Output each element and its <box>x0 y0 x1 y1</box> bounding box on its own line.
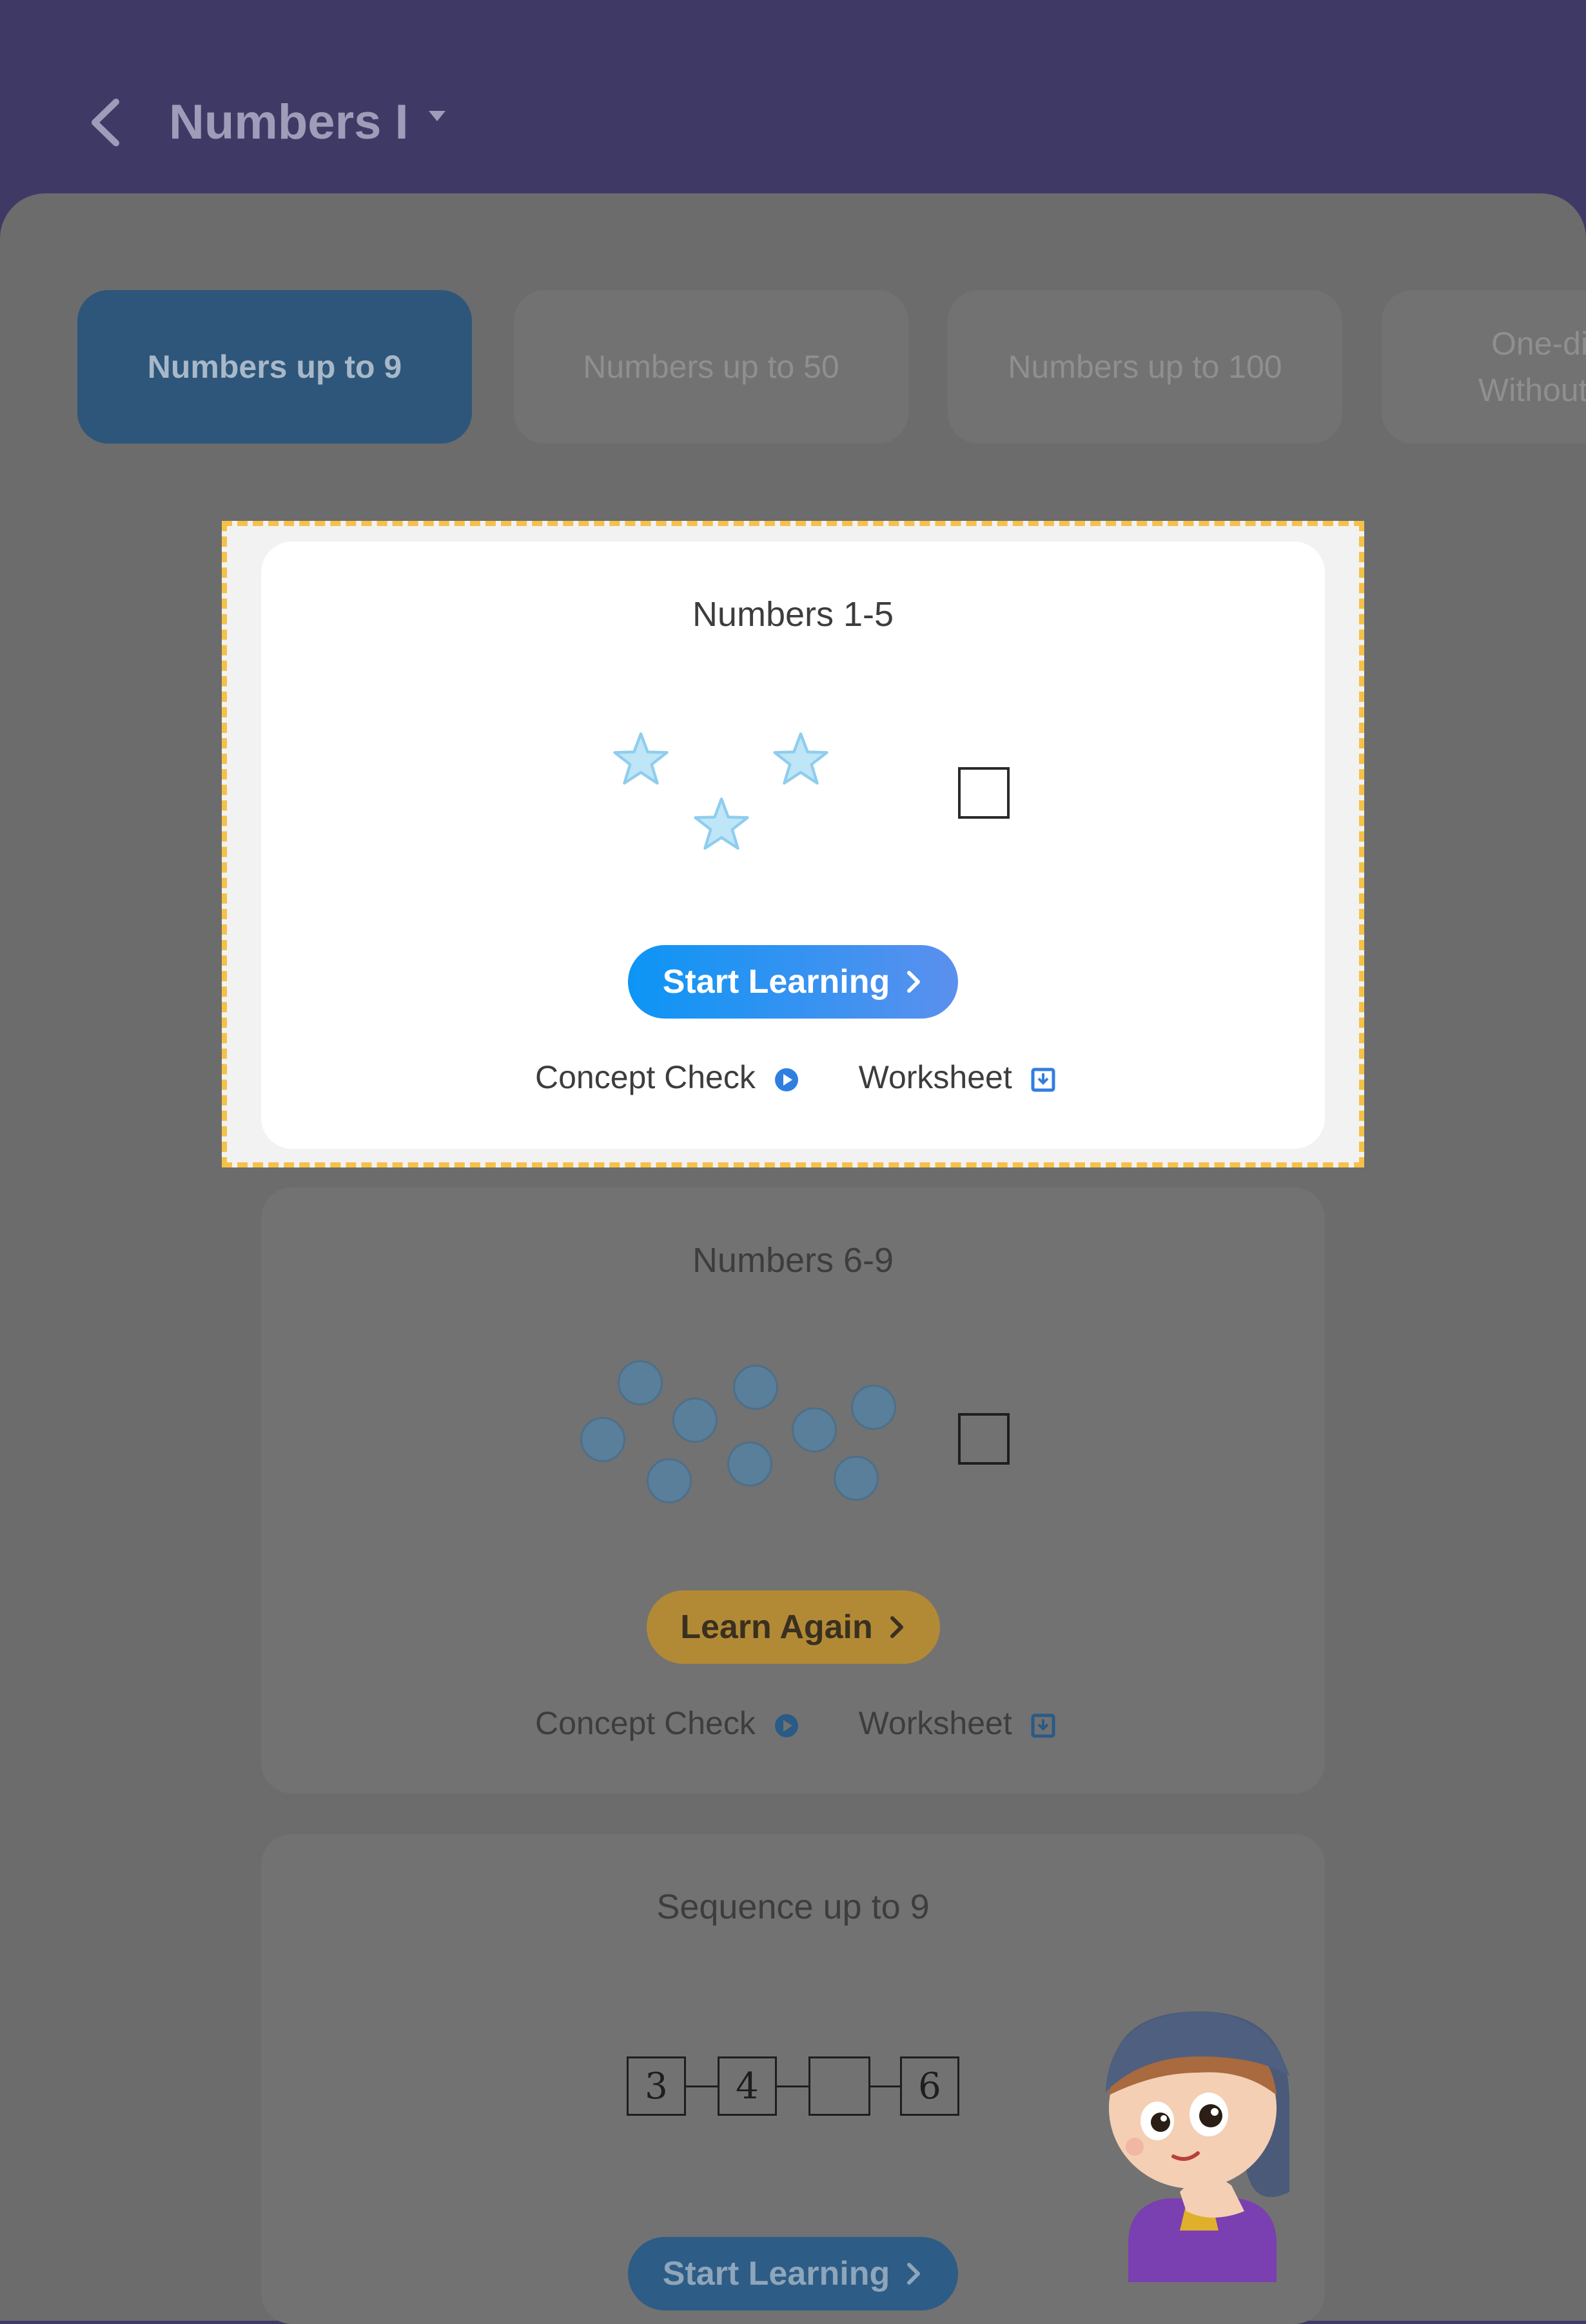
tab-numbers-up-to-50[interactable]: Numbers up to 50 <box>514 290 908 444</box>
sequence-connector <box>686 2085 718 2087</box>
circle-icon <box>851 1385 896 1430</box>
star-icon <box>694 797 749 850</box>
learn-again-button[interactable]: Learn Again <box>647 1590 940 1664</box>
star-icon <box>773 732 828 785</box>
start-learning-label: Start Learning <box>662 2255 890 2292</box>
concept-check-link[interactable]: Concept Check <box>535 1705 756 1741</box>
lesson-links: Concept Check Worksheet <box>535 1059 1056 1096</box>
circle-icon <box>647 1458 692 1503</box>
circle-icon <box>618 1360 663 1405</box>
play-circle-icon[interactable] <box>774 1067 799 1093</box>
circle-icon <box>792 1407 837 1452</box>
chevron-right-icon <box>890 1616 903 1638</box>
lesson-card-numbers-6-9: Numbers 6-9 <box>261 1187 1325 1793</box>
sequence-box: 4 <box>718 2056 777 2116</box>
tab-label-line-1: One-digit <box>1491 326 1586 362</box>
learn-again-label: Learn Again <box>680 1608 873 1646</box>
worksheet-link[interactable]: Worksheet <box>859 1059 1012 1095</box>
chevron-right-icon <box>907 971 921 993</box>
lesson-card-numbers-1-5: Numbers 1-5 <box>261 542 1325 1149</box>
start-learning-button[interactable]: Start Learning <box>628 945 958 1019</box>
lesson-links: Concept Check Worksheet <box>535 1704 1056 1742</box>
concept-check-link[interactable]: Concept Check <box>535 1059 756 1095</box>
mascot-character <box>1106 2011 1289 2282</box>
answer-box <box>958 1413 1010 1465</box>
worksheet-link[interactable]: Worksheet <box>859 1705 1012 1741</box>
tab-label-line-2: Without Re <box>1478 372 1586 408</box>
caret-down-icon[interactable] <box>429 111 445 121</box>
answer-box <box>958 767 1010 819</box>
circle-icon <box>834 1456 879 1501</box>
sequence-box: 6 <box>900 2056 959 2116</box>
lesson-title: Numbers 6-9 <box>692 1241 894 1280</box>
start-learning-button-sequence[interactable]: Start Learning <box>628 2237 958 2310</box>
tab-numbers-up-to-100[interactable]: Numbers up to 100 <box>948 290 1342 444</box>
chevron-right-icon <box>907 2263 921 2285</box>
start-learning-label: Start Learning <box>662 963 890 1001</box>
tab-numbers-up-to-9[interactable]: Numbers up to 9 <box>77 290 472 444</box>
star-icon <box>613 732 669 785</box>
download-doc-icon[interactable] <box>1030 1067 1056 1093</box>
play-circle-icon[interactable] <box>774 1713 799 1739</box>
lesson-title: Sequence up to 9 <box>656 1888 930 1926</box>
circle-icon <box>733 1365 778 1410</box>
circle-icon <box>727 1441 772 1487</box>
unit-title[interactable]: Numbers I <box>169 90 409 155</box>
sequence-connector <box>777 2085 808 2087</box>
sequence-connector <box>870 2085 900 2087</box>
back-arrow-icon[interactable] <box>87 97 126 148</box>
download-doc-icon[interactable] <box>1030 1713 1056 1739</box>
circle-icon <box>672 1398 718 1443</box>
tab-one-digit[interactable]: One-digit Without Re <box>1382 290 1586 444</box>
app-header: Numbers I <box>0 0 1586 193</box>
sequence-box-blank <box>808 2056 870 2116</box>
circle-icon <box>580 1417 625 1462</box>
sequence-box: 3 <box>627 2056 686 2116</box>
lesson-title: Numbers 1-5 <box>692 595 894 634</box>
